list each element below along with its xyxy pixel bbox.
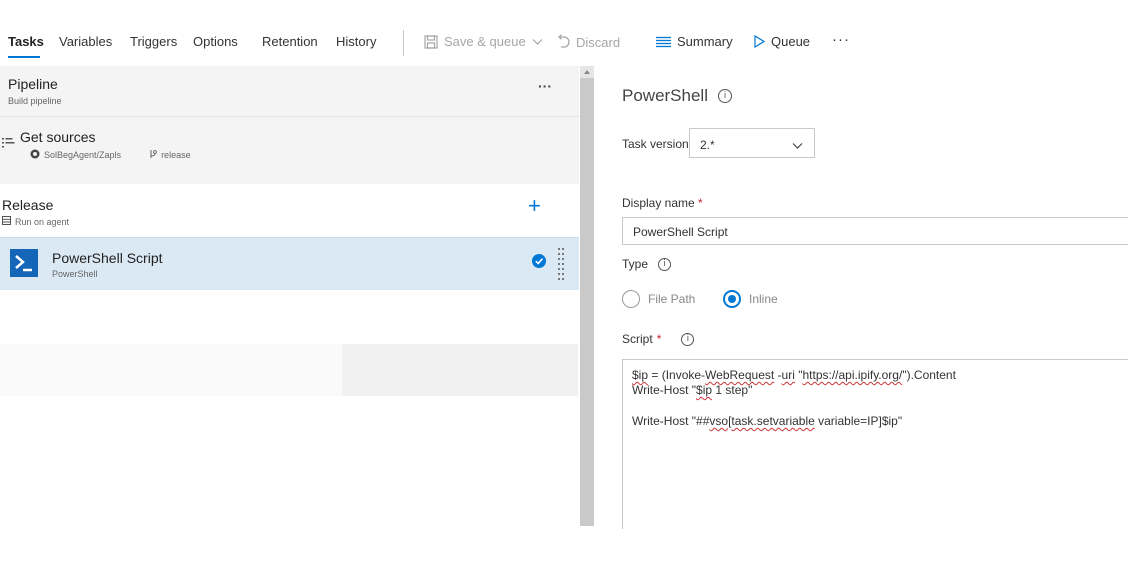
more-actions-button[interactable]: ··· bbox=[832, 31, 850, 48]
type-label-wrap: Type i bbox=[622, 257, 672, 271]
pipeline-subtitle: Build pipeline bbox=[8, 96, 62, 106]
tab-variables[interactable]: Variables bbox=[59, 34, 112, 49]
task-version-select[interactable]: 2.* bbox=[689, 128, 815, 158]
queue-label: Queue bbox=[771, 34, 811, 49]
details-header: PowerShell i bbox=[622, 86, 732, 106]
undo-icon bbox=[556, 34, 570, 50]
release-subtitle-wrap: Run on agent bbox=[2, 216, 69, 227]
add-task-button[interactable]: + bbox=[528, 193, 541, 219]
branch-icon bbox=[149, 149, 157, 161]
release-subtitle: Run on agent bbox=[15, 216, 70, 227]
save-queue-button[interactable]: Save & queue bbox=[424, 34, 543, 49]
play-icon bbox=[754, 35, 765, 48]
pipeline-title: Pipeline bbox=[8, 76, 58, 92]
display-name-value: PowerShell Script bbox=[633, 225, 728, 239]
radio-circle bbox=[723, 290, 741, 308]
sources-icon bbox=[2, 136, 16, 154]
script-label: Script bbox=[622, 332, 653, 346]
list-icon bbox=[656, 36, 671, 48]
check-circle-icon bbox=[532, 254, 546, 273]
radio-inline[interactable]: Inline bbox=[723, 290, 778, 308]
required-marker: * bbox=[698, 196, 703, 210]
task-title: PowerShell Script bbox=[52, 250, 163, 266]
tab-tasks[interactable]: Tasks bbox=[8, 34, 44, 49]
display-name-label-wrap: Display name * bbox=[622, 196, 703, 210]
release-job-row[interactable]: Release Run on agent + bbox=[0, 184, 579, 237]
save-queue-label: Save & queue bbox=[444, 34, 526, 49]
branch-name: release bbox=[161, 150, 191, 160]
discard-button[interactable]: Discard bbox=[556, 34, 620, 50]
type-label: Type bbox=[622, 257, 649, 271]
scrollbar[interactable] bbox=[580, 66, 594, 526]
details-title: PowerShell bbox=[622, 86, 708, 105]
get-sources-row[interactable]: Get sources SolBegAgent/Zapls release bbox=[0, 116, 579, 184]
required-marker: * bbox=[656, 332, 662, 346]
empty-block-left bbox=[0, 344, 342, 396]
chevron-down-icon bbox=[532, 38, 543, 46]
tab-history[interactable]: History bbox=[336, 34, 376, 49]
toolbar: Tasks Variables Triggers Options Retenti… bbox=[0, 0, 1128, 66]
summary-button[interactable]: Summary bbox=[656, 34, 733, 49]
drag-handle-icon[interactable] bbox=[557, 246, 565, 287]
script-line-1: $ip = (Invoke-WebRequest -uri "https://a… bbox=[632, 368, 956, 382]
repo-name: SolBegAgent/Zapls bbox=[44, 150, 122, 160]
active-tab-indicator bbox=[8, 56, 40, 58]
github-icon bbox=[30, 149, 40, 161]
radio-file-path-label: File Path bbox=[648, 292, 696, 306]
script-line-2: Write-Host "$ip 1 step" bbox=[632, 383, 753, 397]
discard-label: Discard bbox=[576, 34, 621, 50]
pipeline-more-button[interactable]: ··· bbox=[538, 78, 552, 94]
info-icon[interactable]: i bbox=[681, 332, 695, 346]
chevron-down-icon bbox=[792, 139, 803, 153]
display-name-label: Display name bbox=[622, 196, 695, 210]
info-icon[interactable]: i bbox=[718, 89, 732, 103]
task-version-value: 2.* bbox=[700, 138, 715, 152]
toolbar-divider bbox=[403, 30, 404, 56]
info-icon[interactable]: i bbox=[658, 257, 672, 271]
task-version-label: Task version bbox=[622, 137, 689, 151]
radio-file-path[interactable]: File Path bbox=[622, 290, 695, 308]
scroll-up-arrow[interactable] bbox=[580, 66, 594, 78]
script-line-3: Write-Host "##vso[task.setvariable varia… bbox=[632, 414, 903, 428]
agent-icon bbox=[2, 216, 11, 227]
tab-options[interactable]: Options bbox=[193, 34, 238, 49]
radio-circle bbox=[622, 290, 640, 308]
script-label-wrap: Script * i bbox=[622, 332, 695, 346]
task-subtitle: PowerShell bbox=[52, 269, 98, 279]
display-name-input[interactable]: PowerShell Script bbox=[622, 217, 1128, 245]
save-icon bbox=[424, 34, 438, 49]
pipeline-row[interactable]: Pipeline Build pipeline ··· bbox=[0, 66, 579, 116]
queue-button[interactable]: Queue bbox=[754, 34, 810, 49]
get-sources-title: Get sources bbox=[20, 129, 96, 145]
powershell-icon bbox=[10, 249, 38, 282]
tab-triggers[interactable]: Triggers bbox=[130, 34, 177, 49]
radio-inline-label: Inline bbox=[749, 292, 778, 306]
summary-label: Summary bbox=[677, 34, 733, 49]
get-sources-details: SolBegAgent/Zapls release bbox=[30, 149, 191, 161]
empty-block-right bbox=[342, 344, 578, 396]
powershell-task-row[interactable]: PowerShell Script PowerShell bbox=[0, 237, 579, 290]
release-title: Release bbox=[2, 197, 54, 213]
tab-retention[interactable]: Retention bbox=[262, 34, 318, 49]
